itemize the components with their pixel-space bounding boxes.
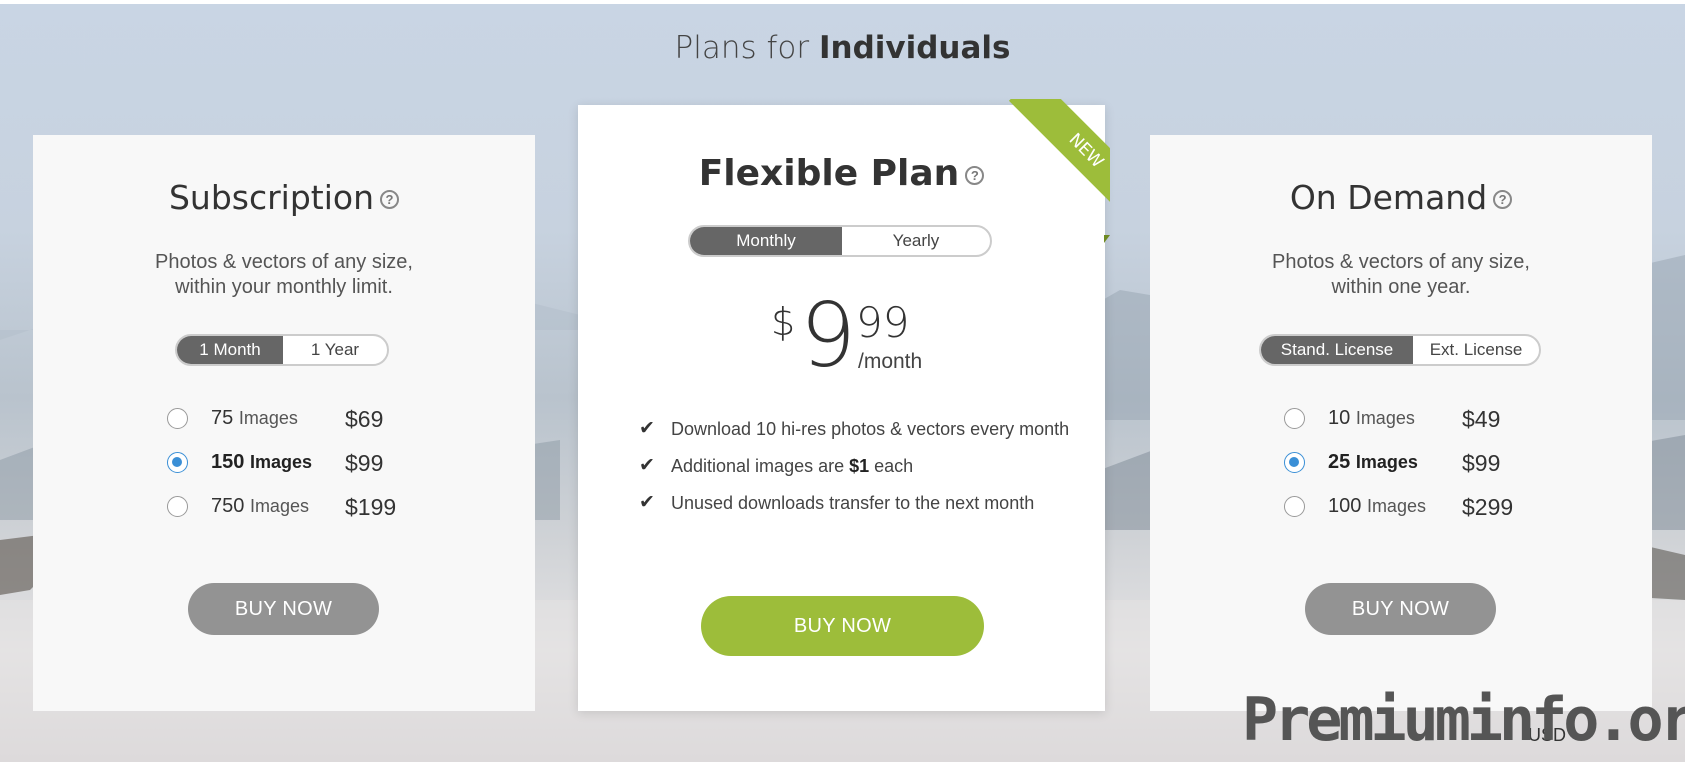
radio-button-selected[interactable] xyxy=(167,452,188,473)
on-demand-buy-button[interactable]: BUY NOW xyxy=(1305,583,1496,635)
subscription-desc-line2: within your monthly limit. xyxy=(175,276,393,298)
check-icon: ✔ xyxy=(639,418,655,439)
on-demand-desc-line1: Photos & vectors of any size, xyxy=(1272,251,1530,273)
check-icon: ✔ xyxy=(639,492,655,513)
page-title-bold: Individuals xyxy=(818,30,1011,66)
price-currency: $ xyxy=(771,300,796,344)
option-price: $299 xyxy=(1462,494,1514,520)
price-period: /month xyxy=(858,350,923,373)
subscription-period-toggle: 1 Month 1 Year xyxy=(175,334,389,366)
flexible-plan-card: NEW Flexible Plan? Monthly Yearly $ 9 99… xyxy=(578,99,1110,711)
option-qty: 100 Images xyxy=(1328,495,1426,517)
radio-button-selected[interactable] xyxy=(1284,452,1305,473)
option-price: $99 xyxy=(345,450,384,476)
option-100-images[interactable]: 100 Images $299 xyxy=(1284,492,1544,522)
license-toggle: Stand. License Ext. License xyxy=(1259,334,1541,366)
price-whole: 9 xyxy=(800,284,856,387)
page-title: Plans for Individuals xyxy=(0,30,1685,66)
subscription-description: Photos & vectors of any size, within you… xyxy=(33,250,535,300)
help-icon[interactable]: ? xyxy=(380,190,400,209)
option-qty: 150 Images xyxy=(211,451,312,473)
flexible-title-text: Flexible Plan xyxy=(698,153,960,194)
toggle-1-year[interactable]: 1 Year xyxy=(283,336,387,364)
radio-button[interactable] xyxy=(1284,496,1305,517)
top-edge xyxy=(0,0,1685,4)
toggle-extended-license[interactable]: Ext. License xyxy=(1413,336,1539,364)
option-price: $69 xyxy=(345,406,384,432)
subscription-title: Subscription? xyxy=(33,178,535,217)
flexible-features: ✔ Download 10 hi-res photos & vectors ev… xyxy=(639,417,1099,528)
page-title-prefix: Plans for xyxy=(674,30,810,66)
toggle-1-month[interactable]: 1 Month xyxy=(177,336,283,364)
option-750-images[interactable]: 750 Images $199 xyxy=(167,492,427,522)
help-icon[interactable]: ? xyxy=(1493,190,1513,209)
flexible-buy-button[interactable]: BUY NOW xyxy=(701,596,984,656)
subscription-desc-line1: Photos & vectors of any size, xyxy=(155,251,413,273)
radio-button[interactable] xyxy=(1284,408,1305,429)
price-cents: 99 xyxy=(856,298,910,347)
feature-item: ✔ Additional images are $1 each xyxy=(639,455,914,476)
check-icon: ✔ xyxy=(639,455,655,476)
option-25-images[interactable]: 25 Images $99 xyxy=(1284,448,1544,478)
option-qty: 75 Images xyxy=(211,407,298,429)
option-75-images[interactable]: 75 Images $69 xyxy=(167,404,427,434)
option-10-images[interactable]: 10 Images $49 xyxy=(1284,404,1544,434)
option-qty: 750 Images xyxy=(211,495,309,517)
subscription-buy-button[interactable]: BUY NOW xyxy=(188,583,379,635)
option-qty: 10 Images xyxy=(1328,407,1415,429)
feature-item: ✔ Unused downloads transfer to the next … xyxy=(639,492,1035,513)
on-demand-title-text: On Demand xyxy=(1289,178,1488,217)
radio-button[interactable] xyxy=(167,408,188,429)
flexible-price: $ 9 99 /month xyxy=(578,292,1105,390)
option-price: $99 xyxy=(1462,450,1501,476)
on-demand-description: Photos & vectors of any size, within one… xyxy=(1150,250,1652,300)
option-qty: 25 Images xyxy=(1328,451,1418,473)
radio-button[interactable] xyxy=(167,496,188,517)
flexible-billing-toggle: Monthly Yearly xyxy=(688,225,992,257)
option-price: $49 xyxy=(1462,406,1501,432)
on-demand-desc-line2: within one year. xyxy=(1331,276,1471,298)
option-150-images[interactable]: 150 Images $99 xyxy=(167,448,427,478)
option-price: $199 xyxy=(345,494,397,520)
help-icon[interactable]: ? xyxy=(965,166,985,185)
feature-item: ✔ Download 10 hi-res photos & vectors ev… xyxy=(639,418,1070,439)
toggle-yearly[interactable]: Yearly xyxy=(842,227,990,255)
on-demand-title: On Demand? xyxy=(1150,178,1652,217)
watermark-logo: Premiuminfo.org xyxy=(1242,685,1685,755)
toggle-monthly[interactable]: Monthly xyxy=(690,227,842,255)
on-demand-card: On Demand? Photos & vectors of any size,… xyxy=(1150,135,1652,711)
toggle-standard-license[interactable]: Stand. License xyxy=(1261,336,1413,364)
flexible-title: Flexible Plan? xyxy=(578,153,1105,194)
subscription-card: Subscription? Photos & vectors of any si… xyxy=(33,135,535,711)
subscription-title-text: Subscription xyxy=(168,178,375,217)
ribbon-fold xyxy=(1104,235,1110,243)
